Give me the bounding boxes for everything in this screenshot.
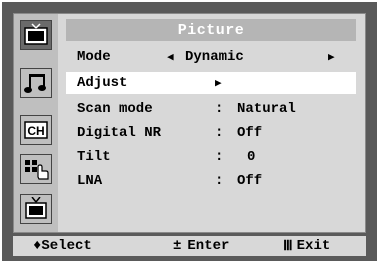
help-enter-label: Enter: [187, 238, 230, 254]
digital-nr-sep: :: [215, 125, 224, 141]
tilt-label: Tilt: [77, 149, 111, 165]
help-exit: Ⅲ Exit: [283, 238, 330, 255]
sound-icon[interactable]: [20, 68, 52, 98]
mode-label: Mode: [77, 49, 111, 65]
lna-row[interactable]: LNA : Off: [66, 170, 356, 192]
channel-icon[interactable]: CH: [20, 115, 52, 145]
mode-row[interactable]: Mode ◀ Dynamic ▶: [66, 46, 356, 68]
tilt-row[interactable]: Tilt : 0: [66, 146, 356, 168]
scan-mode-label: Scan mode: [77, 101, 153, 117]
adjust-row[interactable]: Adjust ▶: [66, 72, 356, 94]
setup-icon[interactable]: [20, 154, 52, 184]
menu-category-strip: CH: [14, 14, 58, 232]
lna-label: LNA: [77, 173, 103, 189]
channel-icon-label: CH: [27, 124, 44, 138]
arrow-left-icon[interactable]: ◀: [167, 50, 174, 64]
submenu-arrow-icon: ▶: [215, 78, 222, 90]
help-exit-label: Exit: [296, 238, 331, 254]
digital-nr-label: Digital NR: [77, 125, 162, 141]
mode-value: Dynamic: [185, 49, 244, 65]
lna-sep: :: [215, 173, 224, 189]
menu-title: Picture: [66, 19, 356, 41]
picture-icon[interactable]: [20, 20, 52, 50]
scan-mode-value: Natural: [237, 101, 296, 117]
digital-nr-value: Off: [237, 125, 263, 141]
input-icon[interactable]: [20, 194, 52, 224]
arrow-right-icon[interactable]: ▶: [328, 50, 335, 64]
help-enter: ± Enter: [173, 238, 229, 254]
menu-icon: Ⅲ: [283, 238, 293, 255]
digital-nr-row[interactable]: Digital NR : Off: [66, 122, 356, 144]
help-select: ♦ Select: [33, 238, 92, 254]
updown-icon: ♦: [33, 238, 42, 254]
scan-mode-row[interactable]: Scan mode : Natural: [66, 98, 356, 120]
adjust-label: Adjust: [77, 75, 128, 91]
picture-menu: CH Picture Mode ◀ Dynamic ▶ Adjust ▶ Sca…: [13, 13, 366, 233]
tilt-sep: :: [215, 149, 224, 165]
help-select-label: Select: [41, 238, 92, 254]
lna-value: Off: [237, 173, 263, 189]
help-bar: ♦ Select ± Enter Ⅲ Exit: [13, 236, 366, 256]
scan-mode-sep: :: [215, 101, 224, 117]
enter-icon: ±: [173, 238, 182, 254]
tilt-value: 0: [247, 149, 256, 165]
